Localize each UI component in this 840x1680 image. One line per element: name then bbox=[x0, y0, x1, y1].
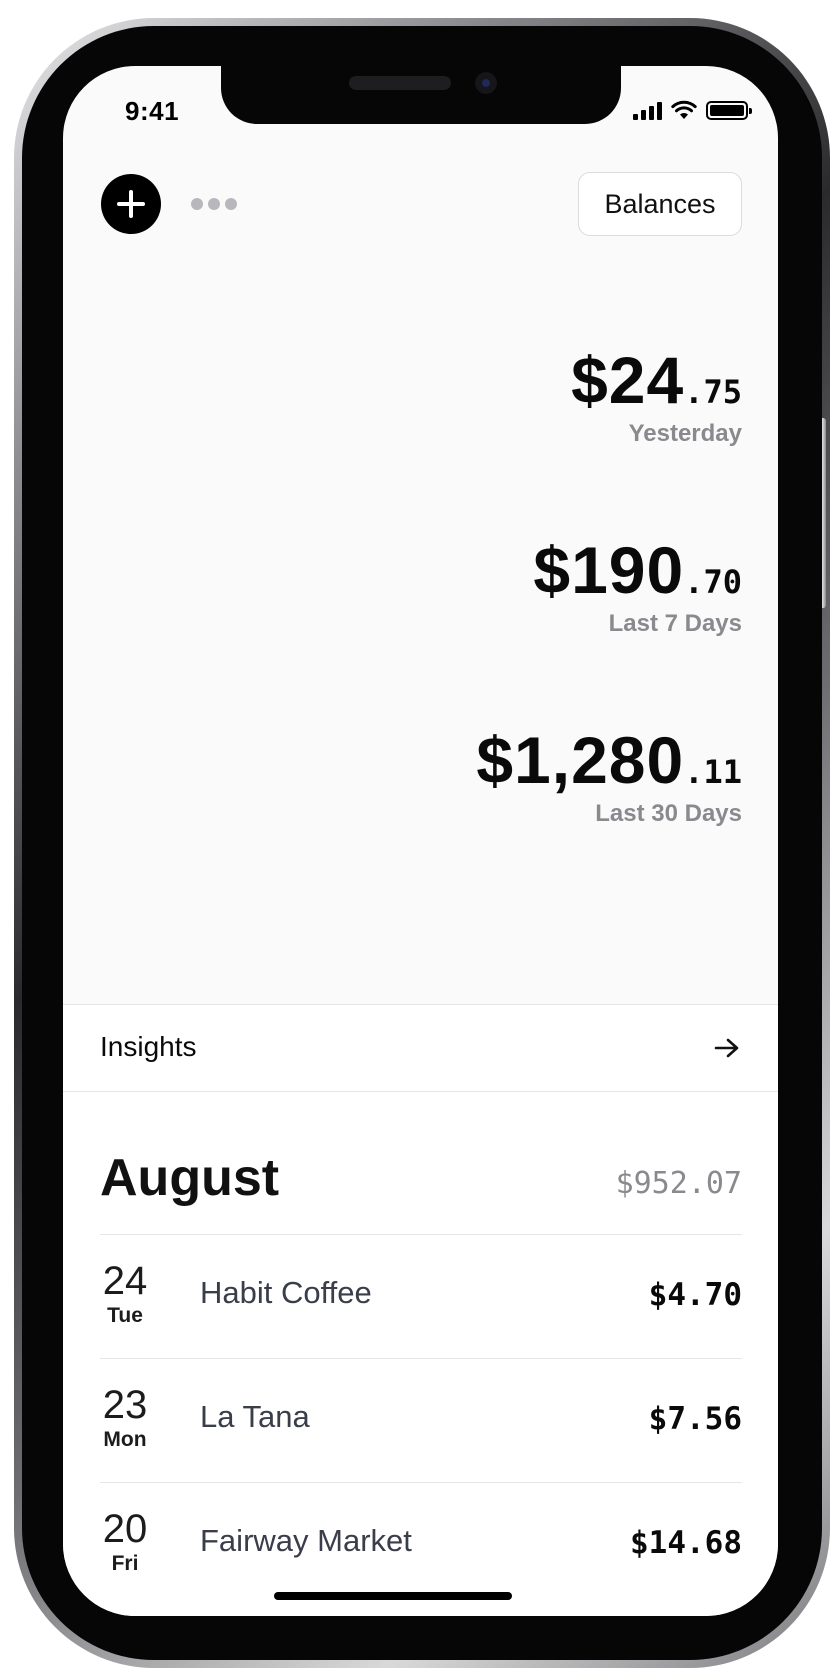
total-amount: $1,280.11 bbox=[476, 723, 742, 797]
front-camera bbox=[475, 72, 497, 94]
status-icons bbox=[633, 100, 752, 120]
total-period-label: Last 7 Days bbox=[608, 610, 742, 637]
app-screen: 9:41 Balances $24.75 Yesterday $190.70 L… bbox=[63, 66, 778, 1616]
dot bbox=[225, 198, 237, 210]
transaction-row[interactable]: 24 Tue Habit Coffee $4.70 bbox=[100, 1235, 742, 1359]
total-last-30-days[interactable]: $1,280.11 Last 30 Days bbox=[476, 722, 742, 828]
total-amount: $24.75 bbox=[571, 343, 742, 417]
transaction-date: 24 Tue bbox=[102, 1259, 148, 1327]
transaction-date: 20 Fri bbox=[102, 1507, 148, 1575]
insights-label: Insights bbox=[100, 1031, 197, 1062]
transaction-merchant: Fairway Market bbox=[200, 1523, 412, 1558]
dot bbox=[208, 198, 220, 210]
battery-icon bbox=[706, 101, 752, 120]
wifi-icon bbox=[671, 100, 697, 119]
dot bbox=[191, 198, 203, 210]
transaction-amount: $4.70 bbox=[648, 1277, 742, 1313]
transaction-amount: $14.68 bbox=[630, 1525, 742, 1561]
transaction-merchant: La Tana bbox=[200, 1399, 310, 1434]
total-amount: $190.70 bbox=[533, 533, 742, 607]
total-yesterday[interactable]: $24.75 Yesterday bbox=[571, 342, 742, 448]
transaction-row[interactable]: 23 Mon La Tana $7.56 bbox=[100, 1359, 742, 1483]
transaction-row[interactable]: 20 Fri Fairway Market $14.68 bbox=[100, 1483, 742, 1607]
month-total: $952.07 bbox=[615, 1166, 742, 1201]
home-indicator[interactable] bbox=[274, 1592, 512, 1600]
transaction-amount: $7.56 bbox=[648, 1401, 742, 1437]
cellular-signal-icon bbox=[633, 102, 662, 120]
arrow-right-icon bbox=[714, 1038, 739, 1058]
speaker-grille bbox=[349, 76, 451, 90]
status-time: 9:41 bbox=[125, 96, 180, 126]
month-title: August bbox=[100, 1149, 280, 1207]
notch bbox=[221, 66, 621, 124]
add-transaction-button[interactable] bbox=[101, 174, 161, 234]
transaction-merchant: Habit Coffee bbox=[200, 1275, 372, 1310]
total-period-label: Last 30 Days bbox=[595, 800, 742, 827]
transactions-section: August $952.07 24 Tue Habit Coffee $4.70… bbox=[63, 1092, 778, 1616]
total-last-7-days[interactable]: $190.70 Last 7 Days bbox=[533, 532, 742, 638]
transaction-date: 23 Mon bbox=[102, 1383, 148, 1451]
balances-button[interactable]: Balances bbox=[578, 172, 742, 236]
insights-row[interactable]: Insights bbox=[63, 1004, 778, 1092]
more-options-button[interactable] bbox=[191, 192, 239, 216]
total-period-label: Yesterday bbox=[628, 420, 742, 447]
